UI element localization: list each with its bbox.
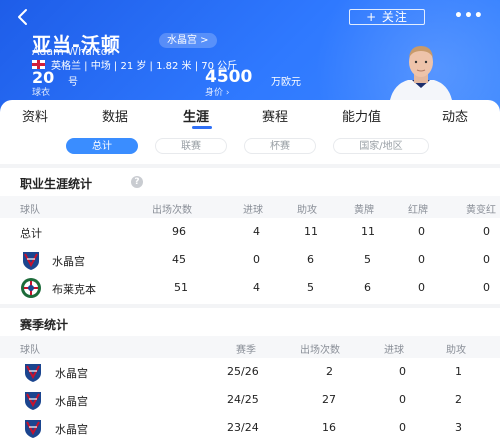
- filter-national[interactable]: 国家/地区: [333, 138, 429, 154]
- column-header: 助攻: [297, 205, 317, 216]
- team-name: 水晶宫: [55, 395, 88, 408]
- yellow-value: 5: [364, 253, 371, 266]
- apps-value: 96: [172, 225, 186, 238]
- column-header: 红牌: [408, 205, 428, 216]
- team-name: 水晶宫: [52, 255, 85, 268]
- table-row[interactable]: 布莱克本 51 4 5 6 0 0: [0, 274, 500, 302]
- filter-league[interactable]: 联赛: [155, 138, 227, 154]
- back-arrow-icon[interactable]: [12, 6, 34, 28]
- season-stats-title: 赛季统计: [20, 318, 69, 332]
- player-avatar: [390, 46, 452, 100]
- tab-schedule[interactable]: 赛程: [262, 106, 288, 125]
- more-menu-icon[interactable]: •••: [454, 8, 484, 24]
- tab-career[interactable]: 生涯: [183, 106, 209, 125]
- season-value: 23/24: [227, 421, 259, 434]
- blackburn-logo-icon: [21, 278, 41, 298]
- filter-bar: 总计 联赛 杯赛 国家/地区: [0, 130, 500, 164]
- column-header: 黄变红: [466, 205, 496, 216]
- table-row[interactable]: 水晶宫 23/24 16 0 3: [0, 414, 500, 440]
- assists-value: 2: [455, 393, 462, 406]
- main-tabs: 资料 数据 生涯 赛程 能力值 动态: [0, 100, 500, 130]
- yellow-red-value: 0: [483, 281, 490, 294]
- table-row[interactable]: 水晶宫 24/25 27 0 2: [0, 386, 500, 414]
- tab-profile[interactable]: 资料: [22, 106, 48, 125]
- filter-cup[interactable]: 杯赛: [244, 138, 316, 154]
- goals-value: 0: [399, 365, 406, 378]
- career-table-header: 球队 出场次数 进球 助攻 黄牌 红牌 黄变红: [0, 196, 500, 218]
- goals-value: 0: [399, 421, 406, 434]
- tab-news[interactable]: 动态: [442, 106, 468, 125]
- goals-value: 4: [253, 225, 260, 238]
- active-tab-indicator: [192, 126, 212, 129]
- yellow-value: 11: [361, 225, 375, 238]
- assists-value: 5: [307, 281, 314, 294]
- apps-value: 27: [322, 393, 336, 406]
- team-name: 总计: [20, 227, 42, 240]
- team-name: 布莱克本: [52, 283, 96, 296]
- assists-value: 6: [307, 253, 314, 266]
- table-row[interactable]: 水晶宫 45 0 6 5 0 0: [0, 246, 500, 274]
- filter-total[interactable]: 总计: [66, 138, 138, 154]
- apps-value: 51: [174, 281, 188, 294]
- column-header: 赛季: [236, 345, 256, 356]
- tab-data[interactable]: 数据: [102, 106, 128, 125]
- season-stats-card: 赛季统计 球队 赛季 出场次数 进球 助攻 水晶宫 25/26 2 0 1 水晶…: [0, 308, 500, 440]
- yellow-value: 6: [364, 281, 371, 294]
- red-value: 0: [418, 225, 425, 238]
- column-header: 进球: [384, 345, 404, 356]
- market-value-link[interactable]: 身价 ›: [205, 85, 229, 98]
- assists-value: 1: [455, 365, 462, 378]
- crystal-palace-logo-icon: [23, 252, 39, 270]
- apps-value: 45: [172, 253, 186, 266]
- career-stats-card: 职业生涯统计 ? 球队 出场次数 进球 助攻 黄牌 红牌 黄变红 总计 96 4…: [0, 168, 500, 304]
- column-header: 出场次数: [300, 345, 340, 356]
- season-value: 25/26: [227, 365, 259, 378]
- red-value: 0: [418, 281, 425, 294]
- jersey-unit: 号: [68, 77, 78, 88]
- red-value: 0: [418, 253, 425, 266]
- column-header: 出场次数: [152, 205, 192, 216]
- goals-value: 4: [253, 281, 260, 294]
- team-name: 水晶宫: [55, 423, 88, 436]
- career-stats-title: 职业生涯统计: [20, 177, 93, 191]
- player-header: + 关注 ••• 亚当-沃顿 水晶宫 > Adam Wharton 英格兰 | …: [0, 0, 500, 112]
- crystal-palace-logo-icon: [25, 364, 41, 382]
- season-table-header: 球队 赛季 出场次数 进球 助攻: [0, 336, 500, 358]
- yellow-red-value: 0: [483, 225, 490, 238]
- table-row[interactable]: 水晶宫 25/26 2 0 1: [0, 358, 500, 386]
- assists-value: 11: [304, 225, 318, 238]
- crystal-palace-logo-icon: [25, 392, 41, 410]
- team-name: 水晶宫: [55, 367, 88, 380]
- market-value: 4500: [205, 67, 253, 87]
- apps-value: 16: [322, 421, 336, 434]
- table-row[interactable]: 总计 96 4 11 11 0 0: [0, 218, 500, 246]
- jersey-label: 球衣: [32, 88, 51, 98]
- column-header: 黄牌: [354, 205, 374, 216]
- team-link[interactable]: 水晶宫 >: [159, 33, 217, 48]
- crystal-palace-logo-icon: [25, 420, 41, 438]
- market-value-unit: 万欧元: [271, 77, 301, 88]
- column-header: 球队: [20, 345, 40, 356]
- follow-button[interactable]: + 关注: [349, 9, 425, 25]
- column-header: 球队: [20, 205, 40, 216]
- goals-value: 0: [253, 253, 260, 266]
- help-icon[interactable]: ?: [131, 176, 143, 188]
- season-value: 24/25: [227, 393, 259, 406]
- column-header: 进球: [243, 205, 263, 216]
- assists-value: 3: [455, 421, 462, 434]
- column-header: 助攻: [446, 345, 466, 356]
- apps-value: 2: [326, 365, 333, 378]
- yellow-red-value: 0: [483, 253, 490, 266]
- tab-ability[interactable]: 能力值: [342, 106, 381, 125]
- goals-value: 0: [399, 393, 406, 406]
